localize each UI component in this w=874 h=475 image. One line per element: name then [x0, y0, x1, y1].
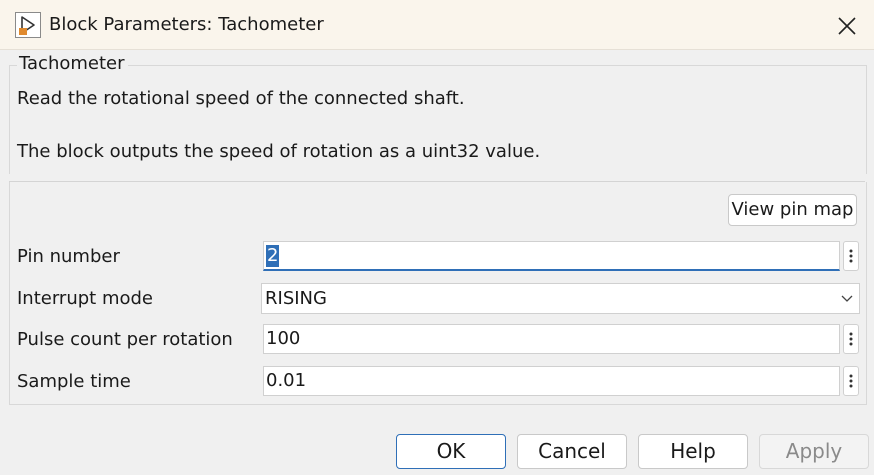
pin-number-value: 2 [266, 245, 280, 267]
block-name-label: Tachometer [17, 53, 128, 75]
pin-number-menu-button[interactable] [843, 241, 859, 271]
kebab-menu-icon [849, 374, 853, 388]
kebab-menu-icon [849, 249, 853, 263]
close-button[interactable] [828, 9, 866, 43]
sample-time-menu-button[interactable] [843, 366, 859, 396]
pulse-count-menu-button[interactable] [843, 324, 859, 354]
chevron-down-icon [841, 295, 853, 302]
pulse-count-label: Pulse count per rotation [17, 329, 233, 350]
sample-time-value: 0.01 [266, 370, 307, 391]
pin-number-input[interactable]: 2 [263, 241, 840, 271]
simulink-block-icon [15, 12, 41, 38]
help-button[interactable]: Help [638, 434, 748, 469]
close-icon [838, 17, 856, 35]
cancel-button[interactable]: Cancel [517, 434, 627, 469]
view-pin-map-button[interactable]: View pin map [728, 194, 857, 226]
apply-button[interactable]: Apply [759, 434, 869, 469]
title-bar[interactable]: Block Parameters: Tachometer [0, 0, 874, 50]
interrupt-mode-label: Interrupt mode [17, 288, 153, 309]
interrupt-mode-select[interactable]: RISING [261, 283, 860, 314]
window-title: Block Parameters: Tachometer [49, 14, 324, 35]
kebab-menu-icon [849, 332, 853, 346]
sample-time-input[interactable]: 0.01 [263, 366, 840, 396]
pin-number-label: Pin number [17, 246, 120, 267]
pulse-count-input[interactable]: 100 [263, 324, 840, 354]
description-line-1: Read the rotational speed of the connect… [17, 88, 465, 109]
ok-button[interactable]: OK [396, 434, 506, 469]
interrupt-mode-value: RISING [265, 288, 327, 309]
pulse-count-value: 100 [266, 328, 301, 349]
sample-time-label: Sample time [17, 371, 131, 392]
description-line-2: The block outputs the speed of rotation … [17, 141, 541, 162]
